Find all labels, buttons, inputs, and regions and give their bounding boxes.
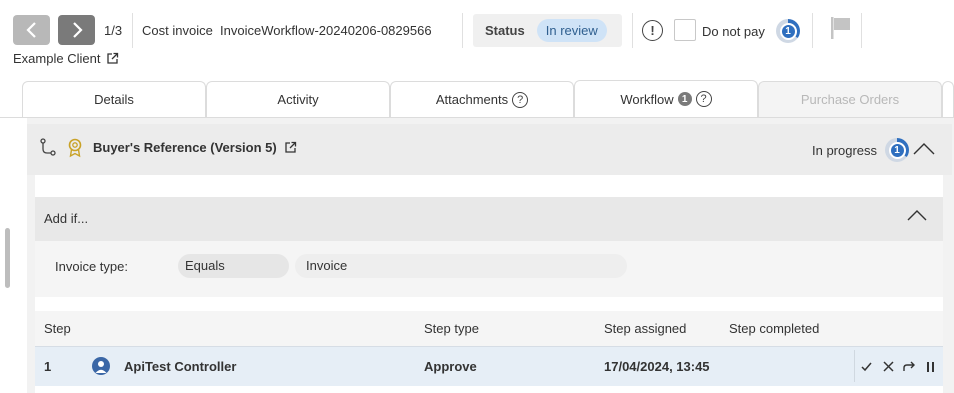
- column-header-step: Step: [44, 321, 71, 336]
- document-title: Cost invoice InvoiceWorkflow-20240206-08…: [142, 23, 432, 38]
- tab-label: Attachments: [435, 92, 509, 107]
- tab-details[interactable]: Details: [22, 81, 206, 117]
- pause-icon[interactable]: [925, 360, 936, 373]
- status-box: Status In review: [473, 14, 622, 47]
- workflow-title-link[interactable]: Buyer's Reference (Version 5): [93, 140, 297, 155]
- document-counter: 1/3: [104, 23, 123, 38]
- progress-ring-icon: 1: [885, 138, 909, 162]
- branch-icon: [40, 138, 56, 156]
- close-icon[interactable]: [882, 360, 895, 373]
- column-header-step-assigned: Step assigned: [604, 321, 687, 336]
- tab-attachments[interactable]: Attachments?: [390, 81, 574, 117]
- add-if-section[interactable]: [35, 197, 943, 241]
- do-not-pay-label: Do not pay: [702, 24, 765, 39]
- divider: [462, 13, 463, 48]
- status-label: Status: [485, 23, 525, 38]
- next-button[interactable]: [58, 15, 95, 45]
- tab-label: Workflow: [620, 91, 674, 107]
- step-assignee: ApiTest Controller: [124, 359, 237, 374]
- divider: [854, 350, 855, 382]
- tab-workflow[interactable]: Workflow 1?: [574, 80, 758, 117]
- document-id: InvoiceWorkflow-20240206-0829566: [220, 23, 432, 38]
- add-if-label: Add if...: [44, 211, 89, 226]
- client-link[interactable]: Example Client: [13, 51, 119, 66]
- scrollbar-thumb[interactable]: [5, 228, 10, 288]
- progress-count: 1: [779, 22, 797, 40]
- step-number: 1: [44, 359, 52, 374]
- tab-label: Activity: [277, 92, 319, 107]
- tab-bar: Details Activity Attachments? Workflow 1?…: [22, 80, 954, 117]
- divider: [861, 13, 862, 48]
- column-header-step-type: Step type: [424, 321, 479, 336]
- workflow-title: Buyer's Reference (Version 5): [93, 140, 277, 155]
- chevron-left-icon: [25, 22, 36, 38]
- chevron-right-icon: [72, 22, 83, 38]
- help-icon[interactable]: ?: [695, 91, 712, 107]
- external-link-icon: [107, 52, 119, 64]
- do-not-pay-checkbox[interactable]: [674, 19, 696, 41]
- status-badge: In review: [536, 19, 607, 42]
- divider: [132, 13, 133, 48]
- check-icon[interactable]: [860, 360, 873, 373]
- user-icon: [92, 357, 110, 375]
- progress-count: 1: [888, 141, 906, 159]
- tab-badge: 1: [677, 92, 692, 106]
- divider: [812, 13, 813, 48]
- condition-value[interactable]: Invoice: [295, 254, 627, 278]
- step-type: Approve: [424, 359, 477, 374]
- step-assigned-date: 17/04/2024, 13:45: [604, 359, 710, 374]
- document-type: Cost invoice: [142, 23, 213, 38]
- previous-button[interactable]: [13, 15, 50, 45]
- flag-icon[interactable]: [829, 16, 853, 40]
- client-name: Example Client: [13, 51, 101, 66]
- chevron-up-icon[interactable]: [907, 209, 927, 222]
- external-link-icon: [285, 141, 296, 153]
- chevron-up-icon[interactable]: [913, 142, 935, 156]
- tab-label: Details: [94, 92, 134, 107]
- tab-overflow[interactable]: [942, 81, 954, 117]
- workflow-status: In progress: [812, 143, 878, 158]
- tab-activity[interactable]: Activity: [206, 81, 390, 117]
- forward-icon[interactable]: [903, 360, 916, 373]
- award-icon: [68, 138, 82, 158]
- alert-icon[interactable]: !: [642, 20, 663, 41]
- tab-purchase-orders[interactable]: Purchase Orders: [758, 81, 942, 117]
- condition-operator[interactable]: Equals: [178, 254, 289, 278]
- help-icon[interactable]: ?: [512, 91, 529, 108]
- divider: [632, 13, 633, 48]
- tab-label: Purchase Orders: [800, 92, 900, 107]
- progress-ring-icon[interactable]: 1: [776, 19, 800, 43]
- column-header-step-completed: Step completed: [729, 321, 820, 336]
- condition-field-label: Invoice type:: [55, 259, 128, 274]
